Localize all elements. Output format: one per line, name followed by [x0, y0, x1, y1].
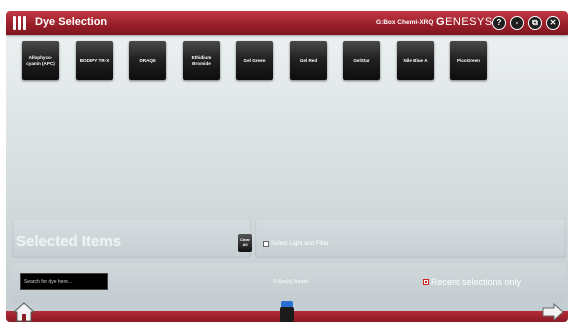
window-title: Dye Selection — [35, 16, 108, 28]
dye-tile-label: GelStar — [353, 57, 370, 63]
dye-tile-bodipy-tr-x[interactable]: BODIPY TR-X — [76, 41, 113, 80]
dye-selection-window: Dye Selection G:Box Chemi-XRQ GENESYS ? … — [6, 11, 568, 322]
dye-tile-label: Gel Red — [299, 57, 318, 63]
dye-tile-gelstar[interactable]: GelStar — [343, 41, 380, 80]
device-name: G:Box Chemi-XRQ — [376, 19, 434, 26]
clear-all-button[interactable]: Clear All — [238, 234, 252, 252]
select-light-filter-label: Select Light and Filter — [271, 241, 330, 247]
dye-tile-label: DRAQ5 — [139, 57, 156, 63]
dye-count-status: 9 dye(s) found — [273, 279, 309, 285]
close-button[interactable]: ✕ — [546, 16, 560, 30]
device-icon[interactable] — [278, 301, 296, 322]
help-button[interactable]: ? — [492, 16, 506, 30]
next-arrow-icon[interactable] — [542, 303, 564, 321]
light-filter-panel: Select Light and Filter — [255, 218, 566, 258]
search-panel: Search for dye here... 9 dye(s) found Re… — [12, 263, 566, 303]
brand-prefix: G — [436, 16, 446, 28]
restore-button[interactable]: ⧉ — [528, 16, 542, 30]
selected-items-panel: Selected Items Clear All — [12, 218, 252, 258]
select-light-filter-checkbox[interactable] — [263, 241, 269, 247]
title-bar: Dye Selection G:Box Chemi-XRQ GENESYS ? … — [6, 11, 568, 35]
recent-selections-checkbox[interactable] — [423, 279, 429, 285]
dye-tile-draq5[interactable]: DRAQ5 — [129, 41, 166, 80]
dye-search-input[interactable]: Search for dye here... — [20, 273, 108, 290]
selected-items-title: Selected Items — [16, 233, 122, 250]
dye-tile-label: PicoGreen — [457, 57, 480, 63]
dye-tile-apc[interactable]: Allophyco-cyanin (APC) — [22, 41, 59, 80]
dye-tile-label: BODIPY TR-X — [79, 57, 110, 63]
minimize-button[interactable]: - — [510, 16, 524, 30]
dye-tile-ethidium-bromide[interactable]: Ethidium Bromide — [183, 41, 220, 80]
dye-tile-label: Allophyco-cyanin (APC) — [26, 55, 55, 66]
recent-selections-label: Recent selections only — [431, 277, 522, 287]
app-logo-icon — [13, 16, 28, 30]
brand-logo: GENESYS — [436, 16, 493, 28]
dye-tile-gel-green[interactable]: Gel Green — [236, 41, 273, 80]
dye-tile-label: Nile Blue A — [403, 57, 428, 63]
dye-tile-label: Ethidium Bromide — [191, 55, 212, 66]
home-icon[interactable] — [13, 302, 35, 322]
dye-tile-picogreen[interactable]: PicoGreen — [450, 41, 487, 80]
dye-tile-gel-red[interactable]: Gel Red — [290, 41, 327, 80]
brand-name: ENESYS — [445, 16, 493, 28]
dye-tile-nile-blue-a[interactable]: Nile Blue A — [397, 41, 434, 80]
dye-tile-label: Gel Green — [243, 57, 266, 63]
